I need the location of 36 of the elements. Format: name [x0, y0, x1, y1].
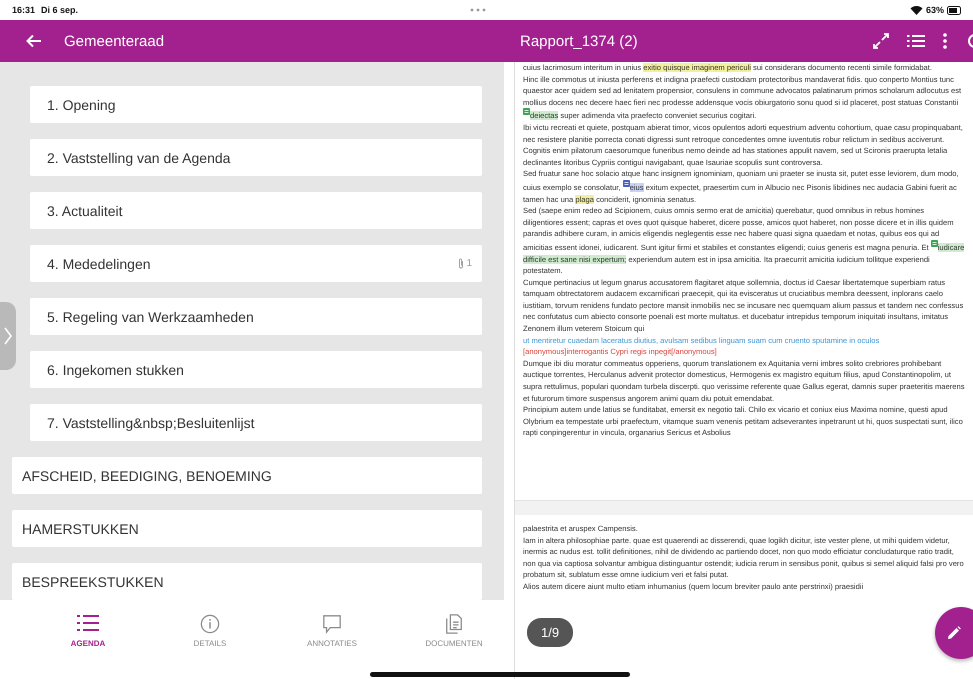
- speech-bubble-icon: [321, 614, 343, 634]
- agenda-item[interactable]: 4. Mededelingen 1: [30, 245, 482, 282]
- header-title: Gemeenteraad: [64, 32, 164, 50]
- status-time: 16:31: [12, 5, 36, 15]
- numbered-list-icon: [77, 614, 99, 634]
- agenda-item[interactable]: BESPREEKSTUKKEN: [12, 563, 482, 600]
- agenda-item[interactable]: HAMERSTUKKEN: [12, 510, 482, 547]
- pencil-icon: [947, 626, 961, 640]
- annotation-note-icon[interactable]: [622, 180, 630, 187]
- panel-collapse-handle[interactable]: [0, 302, 16, 370]
- agenda-item[interactable]: 7. Vaststelling&nbsp;Besluitenlijst: [30, 404, 482, 441]
- agenda-item[interactable]: 1. Opening: [30, 86, 482, 123]
- bottom-tab[interactable]: AGENDA: [38, 614, 138, 648]
- agenda-item[interactable]: AFSCHEID, BEEDIGING, BENOEMING: [12, 457, 482, 494]
- battery-percentage: 63%: [926, 5, 944, 15]
- agenda-item[interactable]: 5. Regeling van Werkzaamheden: [30, 298, 482, 335]
- bottom-tab[interactable]: DOCUMENTEN: [404, 614, 504, 648]
- document-title: Rapport_1374 (2): [520, 32, 638, 50]
- agenda-item[interactable]: 2. Vaststelling van de Agenda: [30, 139, 482, 176]
- list-icon[interactable]: [907, 34, 925, 48]
- info-icon: [199, 614, 221, 634]
- annotation-note-icon[interactable]: [930, 240, 938, 247]
- more-options-icon[interactable]: [943, 33, 947, 49]
- status-date: Di 6 sep.: [41, 5, 78, 15]
- multitasking-dots-icon: [470, 8, 486, 12]
- battery-icon: [947, 6, 961, 14]
- agenda-item[interactable]: 6. Ingekomen stukken: [30, 351, 482, 388]
- wifi-icon: [910, 5, 923, 15]
- annotation-note-icon[interactable]: [523, 108, 530, 116]
- back-arrow-icon[interactable]: [26, 34, 42, 48]
- bottom-tab[interactable]: ANNOTATIES: [282, 614, 382, 648]
- expand-icon[interactable]: [873, 33, 889, 49]
- agenda-item[interactable]: 3. Actualiteit: [30, 192, 482, 229]
- paperclip-icon: [458, 258, 464, 269]
- attachment-count: 1: [466, 258, 472, 269]
- documents-icon: [443, 614, 465, 634]
